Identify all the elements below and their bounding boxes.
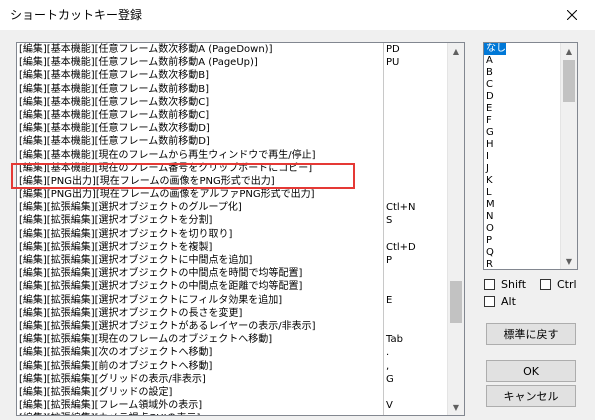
cancel-button[interactable]: キャンセル: [486, 385, 576, 407]
scroll-down-arrow-icon[interactable]: ▼: [448, 399, 464, 415]
key-option[interactable]: C: [484, 79, 506, 91]
ctrl-checkbox-box[interactable]: [540, 279, 551, 290]
command-name: [編集][基本機能][任意フレーム数前移動B]: [19, 83, 209, 95]
command-key: G: [386, 373, 394, 385]
key-option[interactable]: J: [484, 163, 506, 175]
command-name: [編集][拡張編集][グリッドの表示/非表示]: [19, 373, 206, 385]
command-name: [編集][拡張編集][選択オブジェクトを分割]: [19, 215, 213, 227]
window-title: ショートカットキー登録: [10, 8, 143, 22]
command-key: S: [386, 215, 393, 227]
command-name: [編集][基本機能][任意フレーム数前移動C]: [19, 109, 210, 121]
key-option[interactable]: P: [484, 235, 506, 247]
alt-checkbox[interactable]: Alt: [484, 295, 516, 308]
command-name: [編集][拡張編集][選択オブジェクトの中間点を時間で均等配置]: [19, 268, 303, 280]
key-option[interactable]: N: [484, 211, 506, 223]
alt-label: Alt: [501, 295, 516, 308]
key-option[interactable]: G: [484, 127, 506, 139]
key-option[interactable]: なし: [484, 43, 506, 55]
command-key: Ctl+N: [386, 202, 416, 214]
scroll-thumb[interactable]: [450, 281, 462, 323]
command-name: [編集][拡張編集][選択オブジェクトに中間点を追加]: [19, 255, 253, 266]
key-scroll-thumb[interactable]: [563, 60, 575, 102]
ctrl-label: Ctrl: [557, 278, 577, 291]
command-name: [編集][基本機能][任意フレーム数前移動D]: [19, 136, 210, 148]
key-option[interactable]: R: [484, 259, 506, 269]
command-name: [編集][拡張編集][選択オブジェクトを複製]: [19, 241, 213, 253]
ctrl-checkbox[interactable]: Ctrl: [540, 278, 577, 291]
command-key: .: [386, 347, 390, 359]
command-name: [編集][拡張編集][選択オブジェクトの長さを変更]: [19, 307, 243, 319]
command-name: [編集][基本機能][任意フレーム数次移動B]: [19, 70, 209, 82]
key-column-separator: [383, 43, 384, 415]
command-name: [編集][拡張編集][選択オブジェクトを切り取り]: [19, 228, 233, 240]
command-key: PU: [386, 57, 400, 69]
key-option[interactable]: B: [484, 67, 506, 79]
key-option[interactable]: Q: [484, 247, 506, 259]
command-name: [編集][拡張編集][次のオブジェクトへ移動]: [19, 347, 213, 359]
key-option[interactable]: M: [484, 199, 506, 211]
key-option[interactable]: D: [484, 91, 506, 103]
key-option[interactable]: F: [484, 115, 506, 127]
command-key: Ctl+D: [386, 241, 416, 253]
shortcut-list-scrollbar[interactable]: ▲ ▼: [447, 43, 464, 415]
key-list[interactable]: なし A B C D E F G H I J K L M N O P Q R ▲ ▼: [483, 42, 578, 270]
command-name: [編集][拡張編集][フレーム領域外の表示]: [19, 400, 203, 412]
command-name: [編集][PNG出力][現在フレームの画像をアルファPNG形式で出力]: [19, 189, 315, 201]
alt-checkbox-box[interactable]: [484, 296, 495, 307]
key-option[interactable]: H: [484, 139, 506, 151]
reset-button[interactable]: 標準に戻す: [486, 323, 576, 345]
shortcut-list[interactable]: [編集][基本機能][任意フレーム数次移動A (PageDown)] PD [編集]…: [16, 42, 465, 416]
command-name: [編集][拡張編集][選択オブジェクトがあるレイヤーの表示/非表示]: [19, 320, 316, 332]
shift-checkbox[interactable]: Shift: [484, 278, 526, 291]
key-rows: なし A B C D E F G H I J K L M N O P Q R: [484, 43, 506, 269]
command-name: [編集][拡張編集][選択オブジェクトのグループ化]: [19, 202, 242, 214]
command-key: Tab: [386, 334, 403, 346]
command-name: [編集][基本機能][任意フレーム数前移動A (PageUp)]: [19, 57, 258, 69]
scroll-up-arrow-icon[interactable]: ▲: [448, 43, 464, 59]
command-key: PD: [386, 44, 400, 55]
close-button[interactable]: [549, 0, 595, 30]
key-option[interactable]: A: [484, 55, 506, 67]
close-icon: [567, 10, 577, 20]
key-option[interactable]: K: [484, 175, 506, 187]
highlight-annotation-box: [11, 163, 355, 189]
command-name: [編集][拡張編集][前のオブジェクトへ移動]: [19, 360, 213, 372]
command-name: [編集][拡張編集][グリッドの設定]: [19, 386, 173, 398]
command-name: [編集][拡張編集][選択オブジェクトにフィルタ効果を追加]: [19, 294, 283, 306]
command-name: [編集][拡張編集][選択オブジェクトの中間点を距離で均等配置]: [19, 281, 303, 293]
command-name: [編集][基本機能][現在のフレームから再生ウィンドウで再生/停止]: [19, 149, 316, 161]
command-name: [編集][拡張編集][現在のフレームのオブジェクトへ移動]: [19, 334, 273, 346]
key-scroll-up-arrow-icon[interactable]: ▲: [561, 43, 577, 59]
command-name: [編集][基本機能][任意フレーム数次移動D]: [19, 123, 210, 135]
command-key: E: [386, 294, 393, 306]
command-name: [編集][拡張編集][カメラ視点GUIの表示]: [19, 412, 200, 415]
key-option[interactable]: I: [484, 151, 506, 163]
key-list-scrollbar[interactable]: ▲ ▼: [560, 43, 577, 269]
key-option[interactable]: L: [484, 187, 506, 199]
command-key: V: [386, 400, 393, 412]
command-key: ,: [386, 360, 390, 372]
shift-checkbox-box[interactable]: [484, 279, 495, 290]
command-name: [編集][基本機能][任意フレーム数次移動C]: [19, 96, 210, 108]
key-scroll-down-arrow-icon[interactable]: ▼: [561, 253, 577, 269]
ok-button[interactable]: OK: [486, 360, 576, 382]
shift-label: Shift: [501, 278, 527, 291]
key-option[interactable]: E: [484, 103, 506, 115]
title-bar: ショートカットキー登録: [0, 0, 595, 30]
command-key: P: [386, 255, 393, 266]
key-option[interactable]: O: [484, 223, 506, 235]
command-name: [編集][基本機能][任意フレーム数次移動A (PageDown)]: [19, 44, 273, 55]
